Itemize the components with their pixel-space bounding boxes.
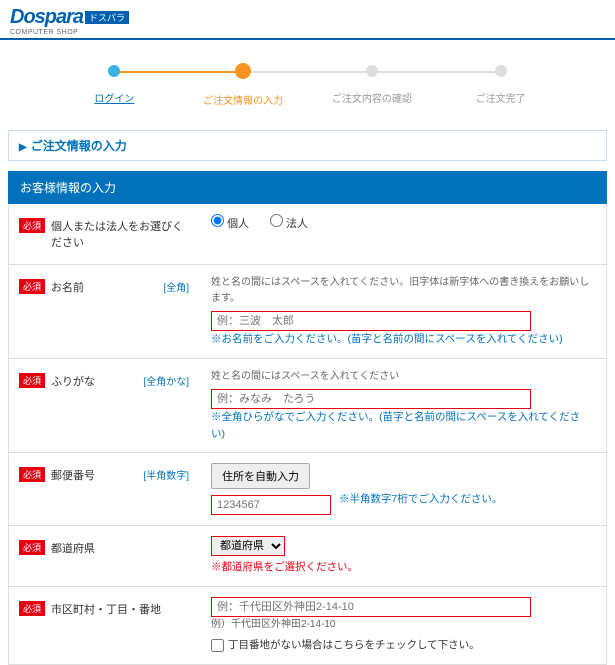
hint-name: [全角] bbox=[163, 279, 189, 294]
required-badge: 必須 bbox=[19, 467, 45, 482]
label-postal: 郵便番号 bbox=[51, 467, 137, 483]
step-dot bbox=[235, 63, 251, 79]
customer-form: 必須 個人または法人をお選びください 個人 法人 必須 お名前 [全角] 姓と名… bbox=[8, 204, 607, 665]
arrow-icon: ▶ bbox=[19, 142, 27, 153]
required-badge: 必須 bbox=[19, 279, 45, 294]
desc-name: 姓と名の間にはスペースを入れてください。旧字体は新字体への書き換えをお願いします… bbox=[211, 275, 594, 307]
step-complete: ご注文完了 bbox=[436, 65, 565, 107]
label-prefecture: 都道府県 bbox=[51, 540, 189, 556]
example-city: 例）千代田区外神田2-14-10 bbox=[211, 617, 594, 633]
step-confirm: ご注文内容の確認 bbox=[308, 65, 437, 107]
label-name: お名前 bbox=[51, 279, 157, 295]
note-postal: ※半角数字7桁でご入力ください。 bbox=[339, 491, 502, 508]
row-postal: 必須 郵便番号 [半角数字] 住所を自動入力 ※半角数字7桁でご入力ください。 bbox=[9, 452, 606, 525]
hint-postal: [半角数字] bbox=[143, 467, 189, 482]
city-input[interactable] bbox=[211, 597, 531, 617]
progress-steps: ログイン ご注文情報の入力 ご注文内容の確認 ご注文完了 bbox=[0, 40, 615, 122]
section-title: ▶ご注文情報の入力 bbox=[8, 130, 607, 161]
required-badge: 必須 bbox=[19, 601, 45, 616]
step-dot bbox=[495, 65, 507, 77]
radio-personal[interactable]: 個人 bbox=[211, 218, 249, 230]
step-label: ご注文完了 bbox=[436, 90, 565, 105]
step-label: ログイン bbox=[50, 90, 179, 105]
prefecture-select[interactable]: 都道府県 bbox=[211, 536, 285, 556]
step-dot bbox=[366, 65, 378, 77]
error-kana: ※全角ひらがなでご入力ください。(苗字と名前の間にスペースを入れてください) bbox=[211, 409, 594, 443]
logo-bar: Dosparaドスパラ COMPUTER SHOP bbox=[0, 0, 615, 40]
logo-pill: ドスパラ bbox=[85, 11, 129, 24]
hint-kana: [全角かな] bbox=[143, 373, 189, 388]
row-entity-type: 必須 個人または法人をお選びください 個人 法人 bbox=[9, 204, 606, 264]
auto-address-button[interactable]: 住所を自動入力 bbox=[211, 463, 310, 489]
checkbox-label: 丁目番地がない場合はこちらをチェックして下さい。 bbox=[228, 637, 480, 654]
row-city: 必須 市区町村・丁目・番地 例）千代田区外神田2-14-10 丁目番地がない場合… bbox=[9, 586, 606, 664]
error-name: ※お名前をご入力ください。(苗字と名前の間にスペースを入れてください) bbox=[211, 331, 594, 348]
step-label: ご注文内容の確認 bbox=[308, 90, 437, 105]
step-dot bbox=[108, 65, 120, 77]
required-badge: 必須 bbox=[19, 373, 45, 388]
logo-sub: COMPUTER SHOP bbox=[10, 29, 605, 36]
row-kana: 必須 ふりがな [全角かな] 姓と名の間にはスペースを入れてください ※全角ひら… bbox=[9, 358, 606, 453]
required-badge: 必須 bbox=[19, 218, 45, 233]
name-input[interactable] bbox=[211, 311, 531, 331]
row-prefecture: 必須 都道府県 都道府県 ※都道府県をご選択ください。 bbox=[9, 525, 606, 586]
radio-corporate[interactable]: 法人 bbox=[270, 218, 308, 230]
no-address-checkbox[interactable] bbox=[211, 639, 224, 652]
error-prefecture: ※都道府県をご選択ください。 bbox=[211, 559, 594, 576]
label-kana: ふりがな bbox=[51, 373, 137, 389]
step-label: ご注文情報の入力 bbox=[179, 92, 308, 107]
subsection-title: お客様情報の入力 bbox=[8, 171, 607, 204]
postal-input[interactable] bbox=[211, 495, 331, 515]
label-city: 市区町村・丁目・番地 bbox=[51, 601, 189, 617]
desc-kana: 姓と名の間にはスペースを入れてください bbox=[211, 369, 594, 385]
label-entity: 個人または法人をお選びください bbox=[51, 218, 189, 250]
required-badge: 必須 bbox=[19, 540, 45, 555]
step-order-input: ご注文情報の入力 bbox=[179, 65, 308, 107]
logo-main: Dospara bbox=[10, 6, 83, 28]
step-login[interactable]: ログイン bbox=[50, 65, 179, 107]
row-name: 必須 お名前 [全角] 姓と名の間にはスペースを入れてください。旧字体は新字体へ… bbox=[9, 264, 606, 358]
kana-input[interactable] bbox=[211, 389, 531, 409]
